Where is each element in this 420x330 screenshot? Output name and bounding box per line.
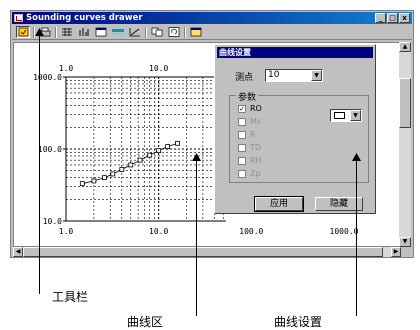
title-bar[interactable]: Sounding curves drawer _ □ x [12, 12, 412, 24]
point-select[interactable]: 10 ▼ [265, 69, 323, 82]
maximize-button[interactable]: □ [387, 13, 398, 23]
data-point [137, 157, 143, 163]
app-icon [14, 14, 23, 22]
window-title: Sounding curves drawer [26, 13, 143, 23]
scroll-right-button[interactable]: ▶ [391, 247, 401, 257]
param-label: RH [250, 156, 262, 165]
param-checkbox-ms[interactable]: Ms [238, 117, 261, 126]
minimize-button[interactable]: _ [375, 13, 386, 23]
checkbox-box[interactable] [238, 117, 246, 126]
y-tick-label: 100.0 [38, 145, 62, 154]
param-label: Zp [250, 169, 261, 178]
options-icon[interactable] [16, 26, 30, 38]
x-top-tick-label: 10.0 [149, 64, 168, 73]
apply-button[interactable]: 应用 [254, 196, 304, 212]
data-point [128, 162, 134, 168]
curve-area-caption: 曲线区 [127, 315, 164, 329]
params-group: 参数 ✓ RO Ms R TD RH Zp ▼ [229, 90, 369, 183]
data-point [91, 178, 97, 184]
data-point [102, 175, 107, 181]
x-top-tick-label: 1.0 [59, 64, 74, 73]
param-checkbox-ro[interactable]: ✓ RO [238, 104, 262, 113]
chevron-down-icon[interactable]: ▼ [350, 110, 361, 121]
chevron-down-icon[interactable]: ▼ [311, 70, 322, 81]
close-button[interactable]: x [399, 13, 410, 23]
x-bottom-tick-label: 100.0 [239, 227, 263, 236]
dialog-icon[interactable] [189, 26, 203, 38]
param-checkbox-zp[interactable]: Zp [238, 169, 261, 178]
arrow-up-icon [192, 153, 201, 161]
curve-area-pointer-line [196, 158, 197, 316]
point-label: 测点 [235, 73, 254, 83]
arrow-up-icon [352, 153, 361, 161]
horizontal-scrollbar[interactable]: ◀ ▶ [13, 247, 401, 257]
param-label: RO [250, 104, 262, 113]
color-picker[interactable]: ▼ [330, 109, 362, 122]
settings-pointer-line [356, 158, 357, 316]
vertical-scroll-thumb[interactable] [399, 78, 411, 128]
x-bottom-tick-label: 1000.0 [330, 227, 359, 236]
toolbar-separator [145, 26, 147, 38]
params-label: 参数 [236, 90, 259, 103]
horizontal-scroll-thumb[interactable] [23, 247, 383, 257]
arrow-up-icon [35, 28, 44, 36]
param-label: Ms [250, 117, 262, 126]
data-point [156, 148, 162, 154]
param-checkbox-rh[interactable]: RH [238, 156, 262, 165]
vertical-scrollbar[interactable]: ▲ ▼ [399, 42, 411, 247]
y-tick-label: 1000.0 [33, 73, 62, 82]
refresh-icon[interactable] [167, 26, 181, 38]
toolbar-caption: 工具栏 [52, 290, 89, 304]
toolbar-separator [55, 26, 57, 38]
checkbox-box[interactable] [238, 143, 246, 152]
data-point [147, 152, 153, 158]
checkbox-box[interactable] [238, 169, 246, 178]
param-label: R [250, 130, 256, 139]
color-swatch [334, 112, 345, 119]
settings-caption: 曲线设置 [274, 315, 323, 329]
layout-icon[interactable] [60, 26, 74, 38]
data-point [119, 167, 125, 172]
toolbar-separator [184, 26, 186, 38]
scroll-up-button[interactable]: ▲ [399, 42, 411, 52]
data-point [175, 140, 180, 146]
param-label: TD [250, 143, 262, 152]
window-icon[interactable] [94, 26, 108, 38]
dialog-title[interactable]: 曲线设置 [217, 47, 373, 58]
y-tick-label: 10.0 [43, 217, 62, 226]
checkbox-box[interactable] [238, 156, 246, 165]
toolbar [12, 25, 412, 40]
curve-settings-dialog: 曲线设置 测点 10 ▼ 参数 ✓ RO Ms R TD RH Zp ▼ 应用 … [214, 44, 376, 214]
copy-icon[interactable] [150, 26, 164, 38]
point-value: 10 [268, 70, 280, 80]
data-point [110, 171, 116, 177]
data-point [79, 181, 85, 187]
axis-icon[interactable] [128, 26, 142, 38]
grid-icon[interactable] [111, 26, 125, 38]
x-bottom-tick-label: 1.0 [59, 227, 74, 236]
param-checkbox-td[interactable]: TD [238, 143, 261, 152]
scroll-left-button[interactable]: ◀ [13, 247, 23, 257]
check-icon[interactable]: ✓ [238, 104, 246, 113]
param-checkbox-r[interactable]: R [238, 130, 256, 139]
toolbar-pointer-line [39, 30, 40, 294]
scroll-down-button[interactable]: ▼ [399, 237, 411, 247]
bar-icon[interactable] [77, 26, 91, 38]
data-point [165, 144, 171, 149]
checkbox-box[interactable] [238, 130, 246, 139]
x-bottom-tick-label: 10.0 [149, 227, 168, 236]
